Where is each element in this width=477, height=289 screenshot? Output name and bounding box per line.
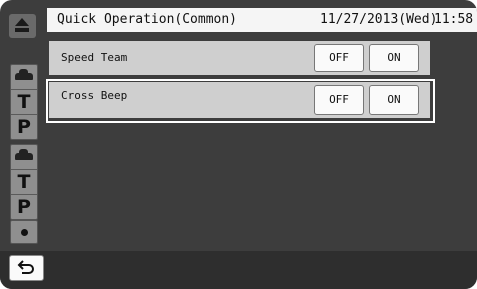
setting-label: Speed Team bbox=[61, 51, 128, 64]
setting-row-cross-beep: Cross Beep OFF ON bbox=[49, 82, 430, 118]
sidebar-item-t[interactable]: T bbox=[11, 170, 37, 195]
car-icon[interactable] bbox=[11, 65, 37, 90]
sidebar: T P T P bbox=[4, 8, 41, 248]
sidebar-item-t[interactable]: T bbox=[11, 90, 37, 115]
time-display: 11:58 bbox=[434, 12, 474, 27]
sidebar-group-1: T P bbox=[10, 64, 38, 140]
setting-label: Cross Beep bbox=[61, 89, 128, 102]
cross-beep-off-button[interactable]: OFF bbox=[314, 85, 364, 115]
date-display: 11/27/2013(Wed) bbox=[320, 12, 438, 27]
screen-frame: Quick Operation(Common) 11/27/2013(Wed) … bbox=[0, 0, 477, 289]
speed-team-on-button[interactable]: ON bbox=[369, 44, 419, 72]
sidebar-item-p[interactable]: P bbox=[11, 115, 37, 139]
eject-icon[interactable] bbox=[9, 14, 36, 38]
cross-beep-on-button[interactable]: ON bbox=[369, 85, 419, 115]
speed-team-off-button[interactable]: OFF bbox=[314, 44, 364, 72]
bottom-bar bbox=[0, 251, 477, 289]
sidebar-item-p[interactable]: P bbox=[11, 195, 37, 219]
title-bar: Quick Operation(Common) 11/27/2013(Wed) … bbox=[47, 8, 477, 32]
car-icon[interactable] bbox=[11, 145, 37, 170]
back-button[interactable] bbox=[9, 255, 44, 281]
setting-row-speed-team: Speed Team OFF ON bbox=[49, 41, 430, 75]
page-title: Quick Operation(Common) bbox=[57, 12, 238, 27]
back-arrow-icon bbox=[17, 260, 34, 274]
dot-icon[interactable] bbox=[10, 220, 38, 244]
sidebar-group-2: T P bbox=[10, 144, 38, 220]
